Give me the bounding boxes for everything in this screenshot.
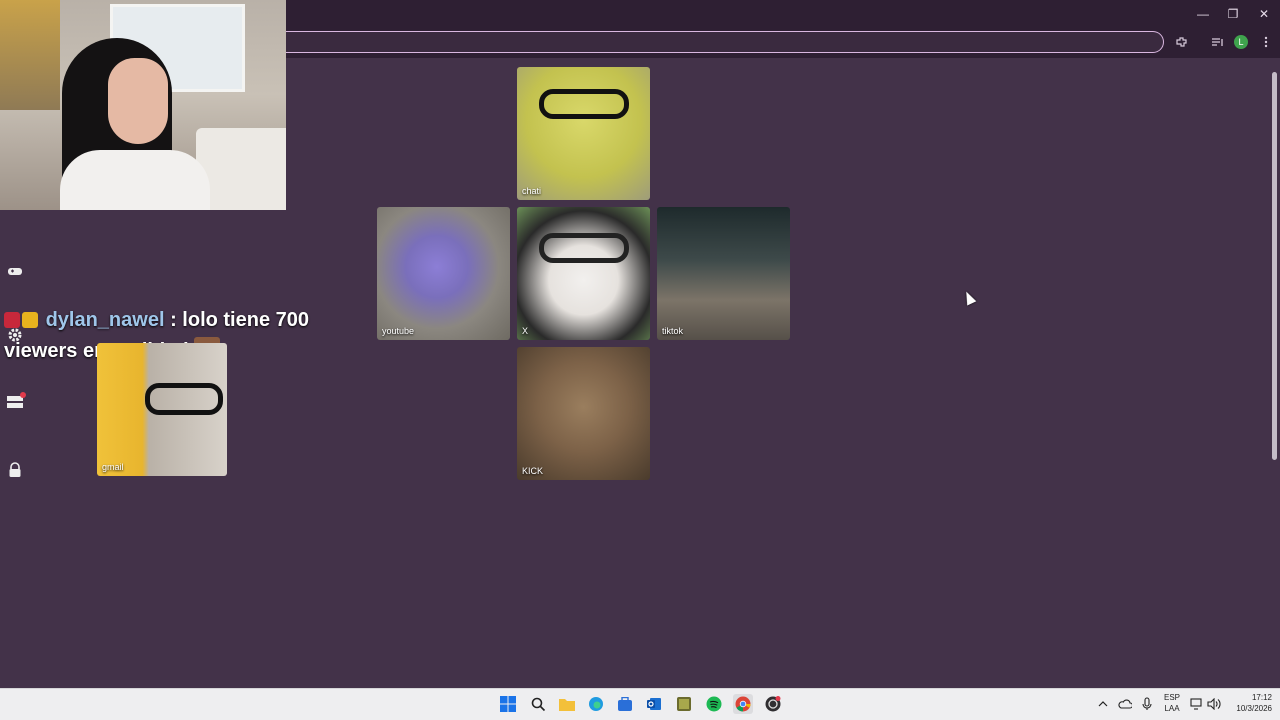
profile-avatar[interactable]: L bbox=[1234, 35, 1248, 49]
maximize-button[interactable]: ❐ bbox=[1218, 0, 1248, 28]
mouse-cursor-icon bbox=[961, 289, 977, 306]
menu-icon[interactable] bbox=[1257, 34, 1275, 50]
chat-username: dylan_nawel bbox=[45, 309, 165, 331]
language-indicator[interactable]: ESP LAA bbox=[1162, 692, 1182, 714]
keyboard-layout: LAA bbox=[1164, 704, 1180, 713]
search-icon[interactable] bbox=[528, 694, 548, 714]
language-code: ESP bbox=[1163, 693, 1180, 702]
network-icon[interactable] bbox=[1190, 694, 1204, 714]
windows-start-icon[interactable] bbox=[498, 694, 518, 714]
tile-x[interactable]: X bbox=[517, 207, 650, 340]
lock-icon[interactable] bbox=[6, 461, 24, 479]
obs-icon[interactable] bbox=[763, 694, 783, 714]
spotify-icon[interactable] bbox=[704, 694, 724, 714]
scrollbar-thumb[interactable] bbox=[1272, 72, 1277, 460]
tile-label: KICK bbox=[522, 466, 544, 476]
game-app-icon[interactable] bbox=[674, 694, 694, 714]
volume-icon[interactable] bbox=[1207, 694, 1221, 714]
glasses-graphic bbox=[145, 383, 223, 415]
tile-label: gmail bbox=[102, 462, 124, 472]
webcam-person-body bbox=[60, 150, 210, 210]
crown-badge-icon bbox=[22, 312, 38, 328]
extensions-icon[interactable] bbox=[1172, 34, 1190, 50]
tile-label: X bbox=[522, 326, 529, 336]
gamepad-icon[interactable] bbox=[6, 262, 24, 280]
media-control-icon[interactable] bbox=[1208, 34, 1226, 50]
chrome-icon[interactable] bbox=[733, 694, 753, 714]
clock-date: 10/3/2026 bbox=[1236, 704, 1272, 713]
tile-label: tiktok bbox=[662, 326, 684, 336]
tile-kick[interactable]: KICK bbox=[517, 347, 650, 480]
webcam-overlay bbox=[0, 0, 286, 210]
stack-icon[interactable] bbox=[6, 392, 26, 411]
webcam-person-face bbox=[108, 58, 168, 144]
taskbar bbox=[0, 688, 1280, 720]
webcam-background-shelf bbox=[0, 0, 60, 110]
outlook-icon[interactable] bbox=[644, 694, 664, 714]
minimize-button[interactable]: — bbox=[1188, 0, 1218, 28]
tile-chati[interactable]: chati bbox=[517, 67, 650, 200]
glasses-graphic bbox=[539, 89, 629, 119]
close-button[interactable]: ✕ bbox=[1249, 0, 1279, 28]
microphone-icon[interactable] bbox=[1142, 694, 1152, 714]
tile-gmail[interactable]: gmail bbox=[97, 343, 227, 476]
tile-youtube[interactable]: youtube bbox=[377, 207, 510, 340]
file-explorer-icon[interactable] bbox=[557, 694, 577, 714]
tile-tiktok[interactable]: tiktok bbox=[657, 207, 790, 340]
onedrive-icon[interactable] bbox=[1118, 694, 1132, 714]
tile-label: chati bbox=[522, 186, 542, 196]
subscriber-badge-icon bbox=[4, 312, 20, 328]
tile-label: youtube bbox=[382, 326, 415, 336]
chat-separator: : bbox=[170, 309, 177, 331]
glasses-graphic bbox=[539, 233, 629, 263]
edge-icon[interactable] bbox=[586, 694, 606, 714]
store-icon[interactable] bbox=[615, 694, 635, 714]
show-hidden-icons-chevron-icon[interactable] bbox=[1098, 694, 1108, 714]
clock-time: 17:12 bbox=[1251, 693, 1272, 702]
chat-message-line1: lolo tiene 700 bbox=[182, 309, 310, 331]
address-bar[interactable] bbox=[286, 31, 1164, 53]
taskbar-clock[interactable]: 17:12 10/3/2026 bbox=[1222, 692, 1272, 714]
